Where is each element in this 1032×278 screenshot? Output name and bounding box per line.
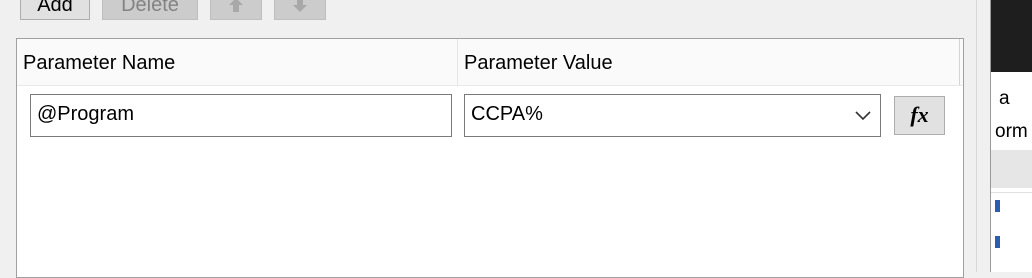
column-header-parameter-name: Parameter Name	[17, 39, 458, 85]
chevron-down-icon	[855, 111, 871, 121]
right-panel-marker	[995, 200, 1000, 212]
parameters-grid: Parameter Name Parameter Value @Program …	[16, 38, 964, 278]
panel-divider	[976, 0, 977, 272]
right-panel-row	[991, 150, 1032, 188]
delete-button[interactable]: Delete	[102, 0, 198, 20]
parameter-value-dropdown[interactable]: CCPA%	[464, 94, 881, 137]
right-panel-text-fragment: orm	[995, 121, 1028, 142]
add-button[interactable]: Add	[20, 0, 90, 20]
move-down-button[interactable]	[274, 0, 326, 20]
arrow-down-icon	[293, 0, 307, 12]
right-panel-separator	[991, 192, 1032, 193]
arrow-up-icon	[229, 0, 243, 12]
column-header-parameter-value: Parameter Value	[458, 39, 960, 85]
right-panel-header	[991, 0, 1032, 72]
right-panel-text-fragment: a	[999, 88, 1010, 109]
right-panel: a orm	[990, 0, 1032, 272]
grid-header: Parameter Name Parameter Value	[17, 39, 963, 86]
parameter-value-text: CCPA%	[471, 103, 543, 125]
right-panel-marker	[995, 236, 1000, 248]
expression-button[interactable]: fx	[894, 96, 945, 135]
move-up-button[interactable]	[210, 0, 262, 20]
parameter-name-input[interactable]: @Program	[30, 94, 452, 137]
